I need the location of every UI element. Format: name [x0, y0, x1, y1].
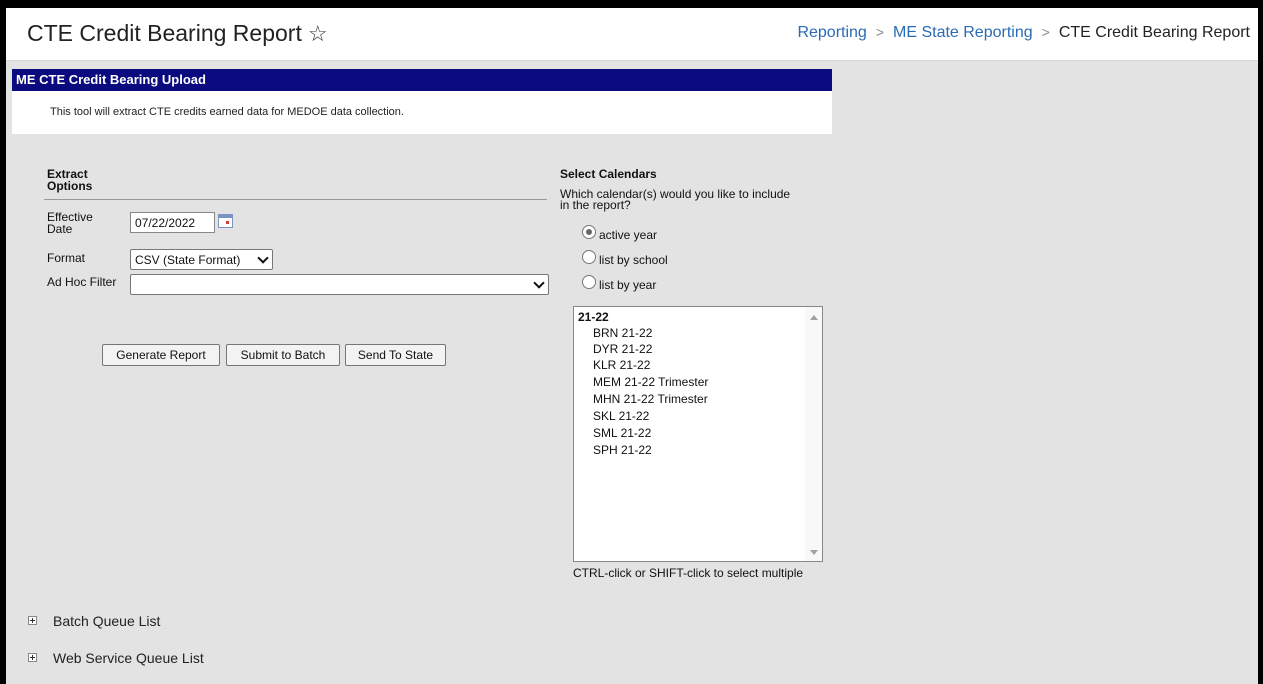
scroll-up-icon[interactable]: [810, 315, 818, 320]
select-calendars-title: Select Calendars: [560, 167, 657, 181]
breadcrumb-me-state-reporting[interactable]: ME State Reporting: [893, 24, 1033, 41]
chevron-down-icon: [533, 277, 545, 289]
expand-icon[interactable]: [28, 653, 37, 662]
ad-hoc-filter-select[interactable]: [130, 274, 549, 295]
radio-list-by-school[interactable]: [582, 250, 596, 264]
web-service-queue-list-toggle[interactable]: Web Service Queue List: [53, 650, 204, 666]
list-item[interactable]: BRN 21-22: [593, 326, 652, 340]
format-label: Format: [47, 251, 86, 265]
calendar-question-line2: in the report?: [560, 198, 631, 212]
radio-active-year[interactable]: [582, 225, 596, 239]
effective-date-label-line2: Date: [47, 222, 73, 236]
star-icon[interactable]: ☆: [308, 21, 328, 47]
list-item[interactable]: MEM 21-22 Trimester: [593, 375, 708, 389]
breadcrumb-current: CTE Credit Bearing Report: [1058, 24, 1250, 41]
list-group-header: 21-22: [578, 310, 609, 324]
list-item[interactable]: SML 21-22: [593, 426, 651, 440]
multi-select-hint: CTRL-click or SHIFT-click to select mult…: [573, 566, 804, 580]
effective-date-input[interactable]: [130, 212, 215, 233]
breadcrumb-reporting[interactable]: Reporting: [797, 24, 866, 41]
radio-list-by-year-label[interactable]: list by year: [599, 279, 656, 291]
radio-list-by-year[interactable]: [582, 275, 596, 289]
breadcrumb: Reporting > ME State Reporting > CTE Credit …: [797, 24, 1250, 42]
batch-queue-list-toggle[interactable]: Batch Queue List: [53, 613, 160, 629]
calendar-listbox[interactable]: 21-22 BRN 21-22 DYR 21-22 KLR 21-22 MEM …: [573, 306, 823, 562]
extract-options-title-line2: Options: [47, 179, 93, 193]
send-to-state-button[interactable]: Send To State: [345, 344, 446, 366]
format-select[interactable]: CSV (State Format): [130, 249, 273, 270]
radio-list-by-school-label[interactable]: list by school: [599, 254, 668, 266]
expand-icon[interactable]: [28, 616, 37, 625]
chevron-right-icon: >: [875, 24, 884, 40]
list-item[interactable]: KLR 21-22: [593, 358, 650, 372]
options-divider: [44, 199, 547, 200]
scroll-down-icon[interactable]: [810, 550, 818, 555]
list-item[interactable]: DYR 21-22: [593, 342, 652, 356]
tool-description: This tool will extract CTE credits earne…: [12, 91, 832, 134]
calendar-icon[interactable]: [218, 214, 233, 228]
listbox-scrollbar[interactable]: [805, 307, 822, 561]
page-title: CTE Credit Bearing Report ☆: [27, 20, 328, 47]
list-item[interactable]: SKL 21-22: [593, 409, 649, 423]
app-frame: CTE Credit Bearing Report ☆ Reporting > ME …: [6, 8, 1258, 684]
list-item[interactable]: SPH 21-22: [593, 443, 652, 457]
panel-title: ME CTE Credit Bearing Upload: [12, 69, 832, 91]
chevron-right-icon: >: [1041, 24, 1050, 40]
ad-hoc-filter-label: Ad Hoc Filter: [47, 275, 117, 289]
submit-to-batch-button[interactable]: Submit to Batch: [226, 344, 340, 366]
page-header: CTE Credit Bearing Report ☆ Reporting > ME …: [6, 8, 1258, 61]
list-item[interactable]: MHN 21-22 Trimester: [593, 392, 708, 406]
generate-report-button[interactable]: Generate Report: [102, 344, 220, 366]
chevron-down-icon: [257, 252, 269, 264]
radio-active-year-label[interactable]: active year: [599, 229, 657, 241]
